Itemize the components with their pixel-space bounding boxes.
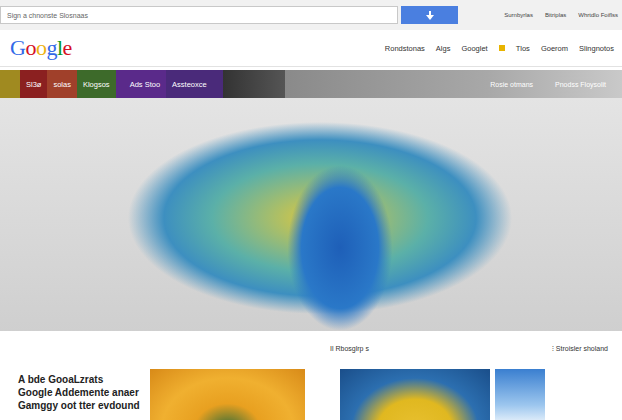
nav-item[interactable]: Rondstonas [385, 44, 425, 53]
tab-label: solas [53, 80, 71, 89]
nav-item[interactable]: Tlos [516, 44, 530, 53]
captions: Il Rbosglrp s ⁝ Stroisler sholand [0, 331, 622, 365]
tab-links: Rosie otmans Pnodss Floysolit [285, 70, 622, 98]
promo-line: A bde GooaLzrats [18, 373, 150, 386]
tabs: Sl3ø solas Klogsos Ads Stoo Assteoxce [0, 70, 285, 98]
thumbnail[interactable] [150, 369, 305, 420]
tab[interactable]: Ads Stoo [116, 70, 166, 98]
thumbnail[interactable] [495, 369, 545, 420]
tab[interactable]: Assteoxce [166, 70, 223, 98]
gallery: A bde GooaLzratsGoogle Addemente anaerGa… [0, 369, 622, 420]
tab-bar: Sl3ø solas Klogsos Ads Stoo Assteoxce Rosie o… [0, 70, 622, 98]
caption[interactable]: ⁝ Stroisler sholand [552, 344, 622, 353]
nav-item[interactable]: Slingnotos [579, 44, 614, 53]
hero-image [0, 98, 622, 331]
tab-link[interactable]: Pnodss Floysolit [555, 81, 606, 88]
search-icon [426, 11, 434, 20]
search-button[interactable] [401, 6, 458, 24]
tab-label: Sl3ø [26, 80, 41, 89]
promo-line: Gamggy oot tter evdound [18, 399, 150, 412]
tab-label: Assteoxce [172, 80, 207, 89]
tab-strip [223, 70, 285, 98]
caption[interactable]: Il Rbosglrp s [330, 345, 369, 352]
search-field[interactable]: Sign a chnonste Slosnaas [0, 6, 398, 24]
top-link[interactable]: Whrtdlo Foiflss [578, 12, 618, 18]
top-links: Surnbyrlas Bitriplas Whrtdlo Foiflss [504, 12, 622, 18]
top-link[interactable]: Bitriplas [545, 12, 566, 18]
thumbnail[interactable] [340, 369, 490, 420]
top-bar: Sign a chnonste Slosnaas Surnbyrlas Bitrip… [0, 0, 622, 30]
nav-item[interactable]: Googlet [461, 44, 487, 53]
tab-label: Klogsos [83, 80, 110, 89]
promo-line: Google Addemente anaer [18, 386, 150, 399]
header: Google Rondstonas Algs Googlet Tlos Goerom Sli… [0, 30, 622, 67]
nav-bar: Rondstonas Algs Googlet Tlos Goerom Slingnoto… [385, 44, 614, 53]
google-logo[interactable]: Google [10, 35, 72, 61]
square-icon [499, 45, 505, 51]
tab-strip [0, 70, 20, 98]
tab[interactable]: Sl3ø [20, 70, 47, 98]
tab-label: Ads Stoo [130, 80, 160, 89]
nav-item[interactable]: Algs [436, 44, 451, 53]
tab-link[interactable]: Rosie otmans [490, 81, 533, 88]
tab[interactable]: solas [47, 70, 77, 98]
tab[interactable]: Klogsos [77, 70, 116, 98]
top-link[interactable]: Surnbyrlas [504, 12, 533, 18]
promo-text: A bde GooaLzratsGoogle Addemente anaerGa… [0, 369, 150, 420]
content: Il Rbosglrp s ⁝ Stroisler sholand A bde Go… [0, 331, 622, 420]
nav-item[interactable]: Goerom [541, 44, 568, 53]
